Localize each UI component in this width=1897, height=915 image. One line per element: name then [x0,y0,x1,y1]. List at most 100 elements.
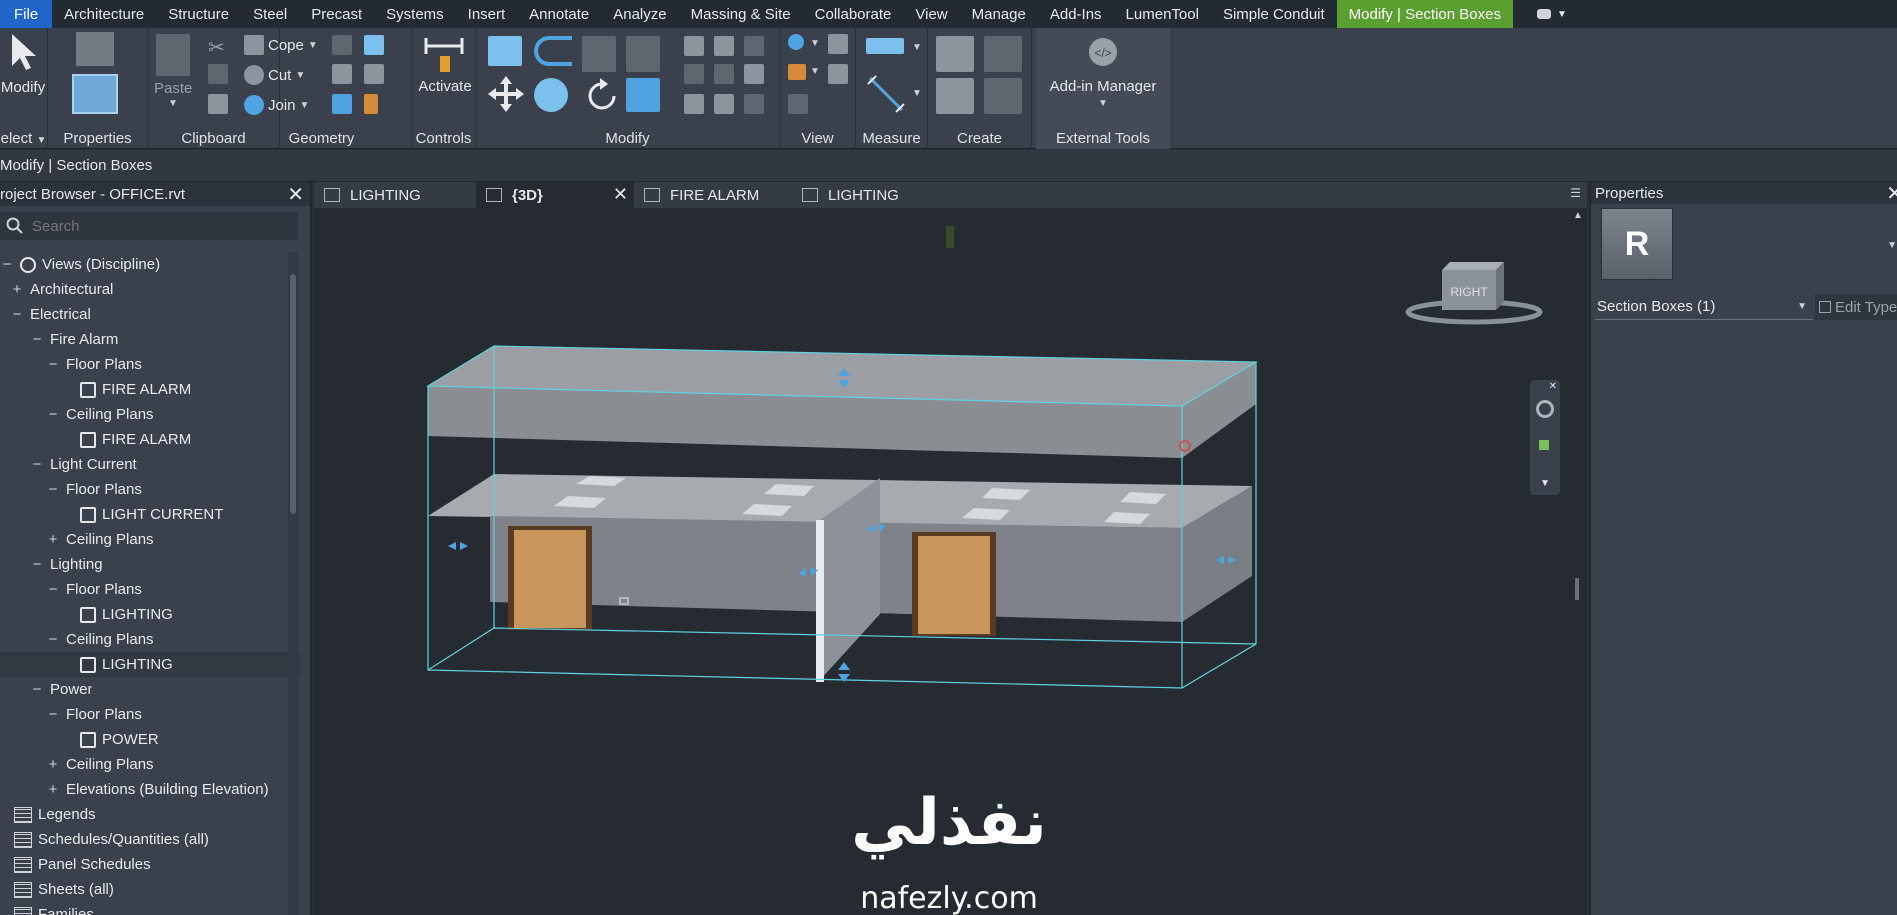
viewcube-side[interactable] [1496,262,1504,310]
addin-manager-button[interactable]: Add-in Manager [1036,78,1170,95]
tree-item[interactable]: + Ceiling Plans [0,527,300,552]
close-icon[interactable]: ✕ [1549,381,1557,392]
collapse-icon[interactable]: − [46,481,60,498]
chevron-down-icon[interactable]: ▼ [1887,240,1897,251]
cope-button[interactable]: Cope ▼ [244,35,318,55]
select-dropdown[interactable]: elect ▼ [0,130,47,147]
viewcube-top[interactable] [1442,262,1504,270]
activate-icon[interactable] [422,34,466,76]
tree-item[interactable]: FIRE ALARM [0,427,300,452]
paste-button[interactable]: Paste [154,80,192,97]
menu-item-insert[interactable]: Insert [456,0,518,28]
tree-item[interactable]: LIGHTING [0,602,300,627]
tree-item[interactable]: Schedules/Quantities (all) [0,827,300,852]
menu-item-lumentool[interactable]: LumenTool [1114,0,1211,28]
tabs-menu-icon[interactable]: ☰ [1570,186,1581,200]
expand-icon[interactable]: + [46,756,60,773]
pin-icon[interactable] [744,64,764,84]
menu-item-systems[interactable]: Systems [374,0,456,28]
view-tab[interactable]: LIGHTING [314,182,476,208]
line-style-icon[interactable] [828,64,848,84]
create-parts-icon[interactable] [984,36,1022,72]
tree-item[interactable]: − Ceiling Plans [0,627,300,652]
tree-item[interactable]: LIGHT CURRENT [0,502,300,527]
menu-item-manage[interactable]: Manage [960,0,1038,28]
box-icon[interactable] [828,34,848,54]
create-assembly-icon[interactable] [936,36,974,72]
tree-item[interactable]: − Views (Discipline) [0,252,300,277]
demolish-icon[interactable] [332,94,352,114]
collapse-icon[interactable]: − [30,456,44,473]
tree-item[interactable]: − Electrical [0,302,300,327]
search-input[interactable] [32,217,282,235]
view-scroll-thumb[interactable] [1575,578,1579,600]
3d-canvas[interactable]: RIGHT نفذلي nafezly.com [314,208,1587,915]
collapse-icon[interactable]: − [46,581,60,598]
modify-button[interactable]: Modify [0,79,46,96]
browser-scrollbar[interactable] [288,252,298,915]
menu-item-simple-conduit[interactable]: Simple Conduit [1211,0,1337,28]
menu-item-modify-section-boxes[interactable]: Modify | Section Boxes [1336,0,1513,28]
menu-item-massing-site[interactable]: Massing & Site [679,0,803,28]
paste-icon[interactable] [156,34,190,76]
match-properties-icon[interactable] [208,94,228,114]
tree-item[interactable]: − Fire Alarm [0,327,300,352]
collapse-icon[interactable]: − [46,406,60,423]
menu-item-add-ins[interactable]: Add-Ins [1038,0,1114,28]
tree-item[interactable]: − Floor Plans [0,352,300,377]
copy-move-icon[interactable] [534,78,568,112]
create-group-icon[interactable] [936,78,974,114]
menu-item-view[interactable]: View [903,0,959,28]
view-tab[interactable]: FIRE ALARM [634,182,792,208]
collapse-icon[interactable]: − [30,331,44,348]
tree-item[interactable]: + Elevations (Building Elevation) [0,777,300,802]
cut-button[interactable]: Cut ▼ [244,65,305,85]
tree-item[interactable]: − Lighting [0,552,300,577]
tree-item[interactable]: POWER [0,727,300,752]
view-tab[interactable]: LIGHTING [792,182,952,208]
split-element-icon[interactable] [684,36,704,56]
close-icon[interactable]: ✕ [613,184,628,205]
lightbulb-icon[interactable] [788,34,804,50]
tree-item[interactable]: Sheets (all) [0,877,300,902]
tree-item[interactable]: − Light Current [0,452,300,477]
zoom-icon[interactable] [1539,440,1549,450]
search-box[interactable] [0,212,298,240]
chevron-down-icon[interactable]: ▼ [1540,478,1550,489]
steering-wheel-icon[interactable] [1536,400,1554,418]
properties-palette-icon[interactable] [72,74,118,114]
menu-item-file[interactable]: File [0,0,53,28]
menu-item-collaborate[interactable]: Collaborate [803,0,904,28]
tree-item[interactable]: Panel Schedules [0,852,300,877]
close-icon[interactable]: ✕ [1886,182,1897,206]
trim-extend-multiple-icon[interactable] [714,94,734,114]
collapse-icon[interactable]: − [10,306,24,323]
join-button[interactable]: Join ▼ [244,95,309,115]
tree-item[interactable]: + Architectural [0,277,300,302]
dimension-icon[interactable] [866,74,906,114]
scissors-icon[interactable]: ✂ [208,35,228,59]
tree-item[interactable]: LIGHTING [0,652,300,677]
trim-extend-single-icon[interactable] [684,94,704,114]
menu-item-analyze[interactable]: Analyze [601,0,678,28]
type-selector[interactable]: Section Boxes (1) ▼ [1595,294,1813,320]
tree-item[interactable]: + Ceiling Plans [0,752,300,777]
menu-item-annotate[interactable]: Annotate [517,0,601,28]
tree-item[interactable]: Legends [0,802,300,827]
menu-item-precast[interactable]: Precast [299,0,374,28]
collapse-icon[interactable]: − [0,256,14,273]
create-similar-icon[interactable] [984,78,1022,114]
menu-item-steel[interactable]: Steel [241,0,299,28]
mirror-axis-icon[interactable] [582,36,616,72]
tree-item[interactable]: FIRE ALARM [0,377,300,402]
split-face-icon[interactable] [364,35,384,55]
tree-item[interactable]: Families [0,902,300,915]
tree-item[interactable]: − Ceiling Plans [0,402,300,427]
hammer-icon[interactable] [364,94,378,114]
tree-item[interactable]: − Floor Plans [0,577,300,602]
tree-item[interactable]: − Power [0,677,300,702]
addin-gear-icon[interactable]: </> [1084,34,1122,70]
paint-icon[interactable] [364,64,384,84]
collapse-icon[interactable]: − [46,631,60,648]
menu-item-architecture[interactable]: Architecture [52,0,156,28]
